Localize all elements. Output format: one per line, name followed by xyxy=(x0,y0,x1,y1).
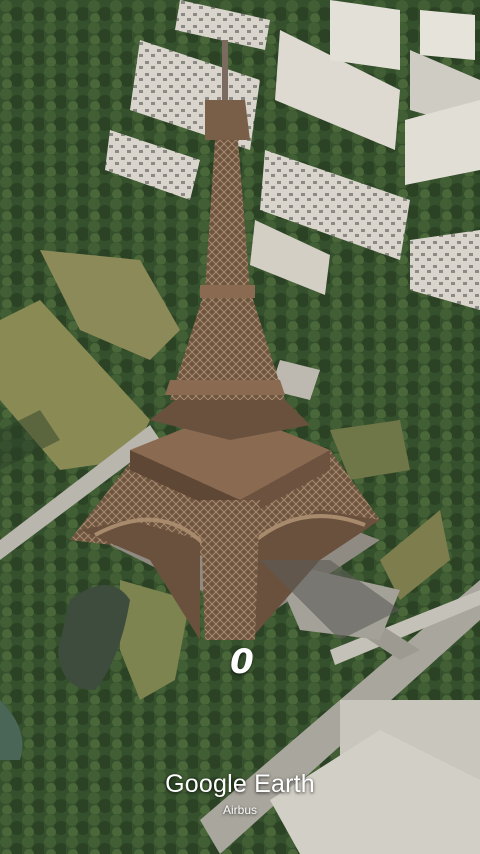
loading-counter: 0 xyxy=(230,642,254,682)
imagery-credit: Airbus xyxy=(222,803,257,817)
aerial-map-view[interactable]: 0 Google Earth Airbus xyxy=(0,0,480,854)
google-earth-logo: Google Earth xyxy=(165,770,315,798)
attribution: Google Earth Airbus xyxy=(0,770,480,817)
satellite-imagery xyxy=(0,0,480,854)
